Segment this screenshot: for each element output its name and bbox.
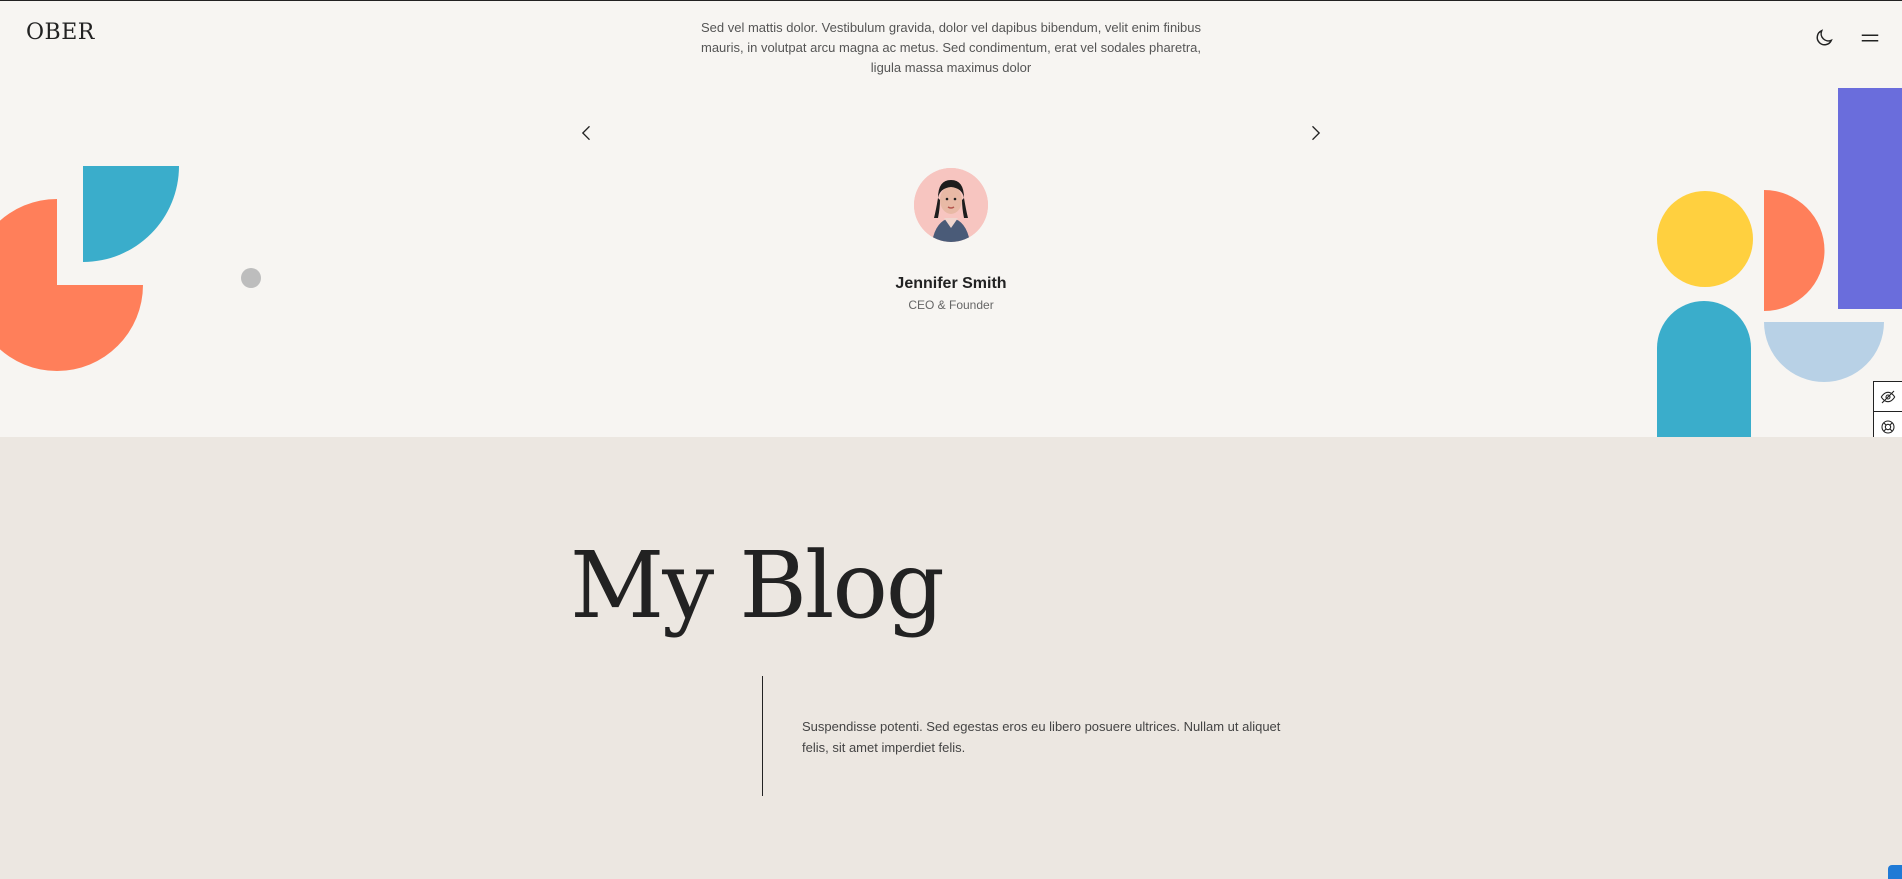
blog-section: My Blog Suspendisse potenti. Sed egestas… bbox=[0, 437, 1902, 879]
blog-intro-text: Suspendisse potenti. Sed egestas eros eu… bbox=[802, 719, 1281, 755]
light-blue-half-circle-shape bbox=[1764, 322, 1884, 382]
coral-half-circle-shape bbox=[1764, 190, 1825, 311]
decorative-shapes bbox=[0, 88, 1902, 437]
corner-badge[interactable] bbox=[1888, 865, 1902, 879]
eye-off-icon[interactable] bbox=[1874, 382, 1902, 412]
teal-quarter-circle-shape bbox=[83, 166, 179, 262]
testimonial-section: OBER Sed vel mattis dolor. Vestibulum gr… bbox=[0, 0, 1902, 502]
teal-arch-shape bbox=[1657, 301, 1751, 437]
gray-dot-shape bbox=[241, 268, 261, 288]
blog-title: My Blog bbox=[570, 532, 945, 639]
page: OBER Sed vel mattis dolor. Vestibulum gr… bbox=[0, 0, 1902, 879]
yellow-circle-shape bbox=[1657, 191, 1753, 287]
divider bbox=[762, 676, 763, 796]
purple-rect-shape bbox=[1838, 88, 1902, 309]
